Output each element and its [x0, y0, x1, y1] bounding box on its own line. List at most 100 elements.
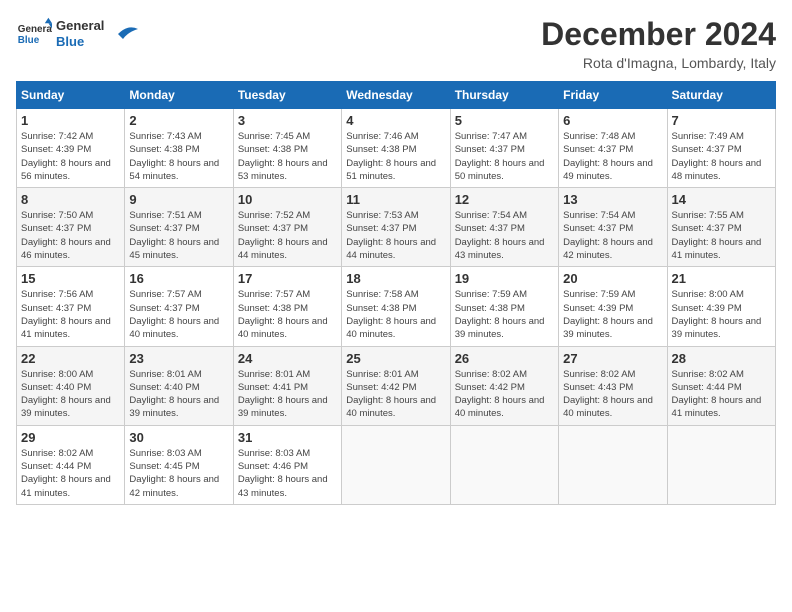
day-number: 22: [21, 351, 120, 366]
weekday-header-monday: Monday: [125, 82, 233, 109]
weekday-header-tuesday: Tuesday: [233, 82, 341, 109]
day-number: 18: [346, 271, 445, 286]
day-info: Sunrise: 7:43 AM Sunset: 4:38 PM Dayligh…: [129, 130, 228, 183]
logo-general-text: General: [56, 18, 104, 34]
day-number: 30: [129, 430, 228, 445]
day-info: Sunrise: 7:47 AM Sunset: 4:37 PM Dayligh…: [455, 130, 554, 183]
calendar-cell: 10 Sunrise: 7:52 AM Sunset: 4:37 PM Dayl…: [233, 188, 341, 267]
weekday-header-saturday: Saturday: [667, 82, 775, 109]
day-number: 6: [563, 113, 662, 128]
calendar-cell: 26 Sunrise: 8:02 AM Sunset: 4:42 PM Dayl…: [450, 346, 558, 425]
calendar-week-1: 1 Sunrise: 7:42 AM Sunset: 4:39 PM Dayli…: [17, 109, 776, 188]
day-number: 15: [21, 271, 120, 286]
day-number: 31: [238, 430, 337, 445]
day-number: 17: [238, 271, 337, 286]
day-info: Sunrise: 8:03 AM Sunset: 4:46 PM Dayligh…: [238, 447, 337, 500]
calendar-cell: 13 Sunrise: 7:54 AM Sunset: 4:37 PM Dayl…: [559, 188, 667, 267]
day-info: Sunrise: 7:55 AM Sunset: 4:37 PM Dayligh…: [672, 209, 771, 262]
logo: General Blue General Blue: [16, 16, 138, 52]
calendar-cell: 3 Sunrise: 7:45 AM Sunset: 4:38 PM Dayli…: [233, 109, 341, 188]
day-info: Sunrise: 7:52 AM Sunset: 4:37 PM Dayligh…: [238, 209, 337, 262]
calendar-cell: 4 Sunrise: 7:46 AM Sunset: 4:38 PM Dayli…: [342, 109, 450, 188]
calendar-cell: 5 Sunrise: 7:47 AM Sunset: 4:37 PM Dayli…: [450, 109, 558, 188]
calendar-cell: 12 Sunrise: 7:54 AM Sunset: 4:37 PM Dayl…: [450, 188, 558, 267]
day-number: 29: [21, 430, 120, 445]
day-number: 21: [672, 271, 771, 286]
day-info: Sunrise: 7:56 AM Sunset: 4:37 PM Dayligh…: [21, 288, 120, 341]
day-info: Sunrise: 7:59 AM Sunset: 4:38 PM Dayligh…: [455, 288, 554, 341]
calendar-cell: [450, 425, 558, 504]
svg-text:Blue: Blue: [18, 35, 40, 46]
day-number: 8: [21, 192, 120, 207]
day-info: Sunrise: 7:46 AM Sunset: 4:38 PM Dayligh…: [346, 130, 445, 183]
day-info: Sunrise: 7:54 AM Sunset: 4:37 PM Dayligh…: [455, 209, 554, 262]
day-number: 2: [129, 113, 228, 128]
calendar-cell: 20 Sunrise: 7:59 AM Sunset: 4:39 PM Dayl…: [559, 267, 667, 346]
day-number: 4: [346, 113, 445, 128]
calendar-cell: [559, 425, 667, 504]
calendar-table: SundayMondayTuesdayWednesdayThursdayFrid…: [16, 81, 776, 505]
day-info: Sunrise: 8:00 AM Sunset: 4:39 PM Dayligh…: [672, 288, 771, 341]
calendar-cell: 29 Sunrise: 8:02 AM Sunset: 4:44 PM Dayl…: [17, 425, 125, 504]
calendar-cell: [342, 425, 450, 504]
logo-bird-icon: [108, 24, 138, 44]
logo-blue-text: Blue: [56, 34, 104, 50]
day-number: 27: [563, 351, 662, 366]
day-number: 23: [129, 351, 228, 366]
day-number: 20: [563, 271, 662, 286]
weekday-header-sunday: Sunday: [17, 82, 125, 109]
svg-text:General: General: [18, 24, 52, 35]
calendar-cell: 22 Sunrise: 8:00 AM Sunset: 4:40 PM Dayl…: [17, 346, 125, 425]
calendar-cell: 28 Sunrise: 8:02 AM Sunset: 4:44 PM Dayl…: [667, 346, 775, 425]
weekday-header-thursday: Thursday: [450, 82, 558, 109]
calendar-cell: 27 Sunrise: 8:02 AM Sunset: 4:43 PM Dayl…: [559, 346, 667, 425]
day-info: Sunrise: 7:42 AM Sunset: 4:39 PM Dayligh…: [21, 130, 120, 183]
calendar-cell: 1 Sunrise: 7:42 AM Sunset: 4:39 PM Dayli…: [17, 109, 125, 188]
day-info: Sunrise: 8:02 AM Sunset: 4:44 PM Dayligh…: [21, 447, 120, 500]
weekday-header-friday: Friday: [559, 82, 667, 109]
day-info: Sunrise: 8:01 AM Sunset: 4:41 PM Dayligh…: [238, 368, 337, 421]
day-number: 26: [455, 351, 554, 366]
calendar-header-row: SundayMondayTuesdayWednesdayThursdayFrid…: [17, 82, 776, 109]
day-info: Sunrise: 8:02 AM Sunset: 4:44 PM Dayligh…: [672, 368, 771, 421]
calendar-cell: 31 Sunrise: 8:03 AM Sunset: 4:46 PM Dayl…: [233, 425, 341, 504]
day-info: Sunrise: 7:49 AM Sunset: 4:37 PM Dayligh…: [672, 130, 771, 183]
day-number: 5: [455, 113, 554, 128]
day-info: Sunrise: 7:59 AM Sunset: 4:39 PM Dayligh…: [563, 288, 662, 341]
month-title: December 2024: [541, 16, 776, 53]
calendar-cell: 17 Sunrise: 7:57 AM Sunset: 4:38 PM Dayl…: [233, 267, 341, 346]
calendar-week-2: 8 Sunrise: 7:50 AM Sunset: 4:37 PM Dayli…: [17, 188, 776, 267]
day-info: Sunrise: 8:03 AM Sunset: 4:45 PM Dayligh…: [129, 447, 228, 500]
calendar-cell: 8 Sunrise: 7:50 AM Sunset: 4:37 PM Dayli…: [17, 188, 125, 267]
calendar-cell: 6 Sunrise: 7:48 AM Sunset: 4:37 PM Dayli…: [559, 109, 667, 188]
day-number: 14: [672, 192, 771, 207]
calendar-cell: 2 Sunrise: 7:43 AM Sunset: 4:38 PM Dayli…: [125, 109, 233, 188]
day-info: Sunrise: 7:57 AM Sunset: 4:38 PM Dayligh…: [238, 288, 337, 341]
day-number: 3: [238, 113, 337, 128]
day-number: 12: [455, 192, 554, 207]
location-subtitle: Rota d'Imagna, Lombardy, Italy: [541, 55, 776, 71]
page-header: General Blue General Blue December 2024 …: [16, 16, 776, 71]
day-info: Sunrise: 7:54 AM Sunset: 4:37 PM Dayligh…: [563, 209, 662, 262]
day-info: Sunrise: 7:50 AM Sunset: 4:37 PM Dayligh…: [21, 209, 120, 262]
day-info: Sunrise: 7:51 AM Sunset: 4:37 PM Dayligh…: [129, 209, 228, 262]
day-info: Sunrise: 7:53 AM Sunset: 4:37 PM Dayligh…: [346, 209, 445, 262]
calendar-cell: 14 Sunrise: 7:55 AM Sunset: 4:37 PM Dayl…: [667, 188, 775, 267]
calendar-cell: 7 Sunrise: 7:49 AM Sunset: 4:37 PM Dayli…: [667, 109, 775, 188]
day-info: Sunrise: 8:00 AM Sunset: 4:40 PM Dayligh…: [21, 368, 120, 421]
day-number: 16: [129, 271, 228, 286]
day-number: 10: [238, 192, 337, 207]
calendar-week-3: 15 Sunrise: 7:56 AM Sunset: 4:37 PM Dayl…: [17, 267, 776, 346]
calendar-week-4: 22 Sunrise: 8:00 AM Sunset: 4:40 PM Dayl…: [17, 346, 776, 425]
day-info: Sunrise: 8:02 AM Sunset: 4:42 PM Dayligh…: [455, 368, 554, 421]
calendar-cell: 30 Sunrise: 8:03 AM Sunset: 4:45 PM Dayl…: [125, 425, 233, 504]
calendar-cell: 23 Sunrise: 8:01 AM Sunset: 4:40 PM Dayl…: [125, 346, 233, 425]
day-number: 19: [455, 271, 554, 286]
day-info: Sunrise: 8:02 AM Sunset: 4:43 PM Dayligh…: [563, 368, 662, 421]
day-number: 13: [563, 192, 662, 207]
day-number: 25: [346, 351, 445, 366]
day-info: Sunrise: 7:58 AM Sunset: 4:38 PM Dayligh…: [346, 288, 445, 341]
day-info: Sunrise: 8:01 AM Sunset: 4:42 PM Dayligh…: [346, 368, 445, 421]
calendar-cell: 25 Sunrise: 8:01 AM Sunset: 4:42 PM Dayl…: [342, 346, 450, 425]
day-info: Sunrise: 7:45 AM Sunset: 4:38 PM Dayligh…: [238, 130, 337, 183]
